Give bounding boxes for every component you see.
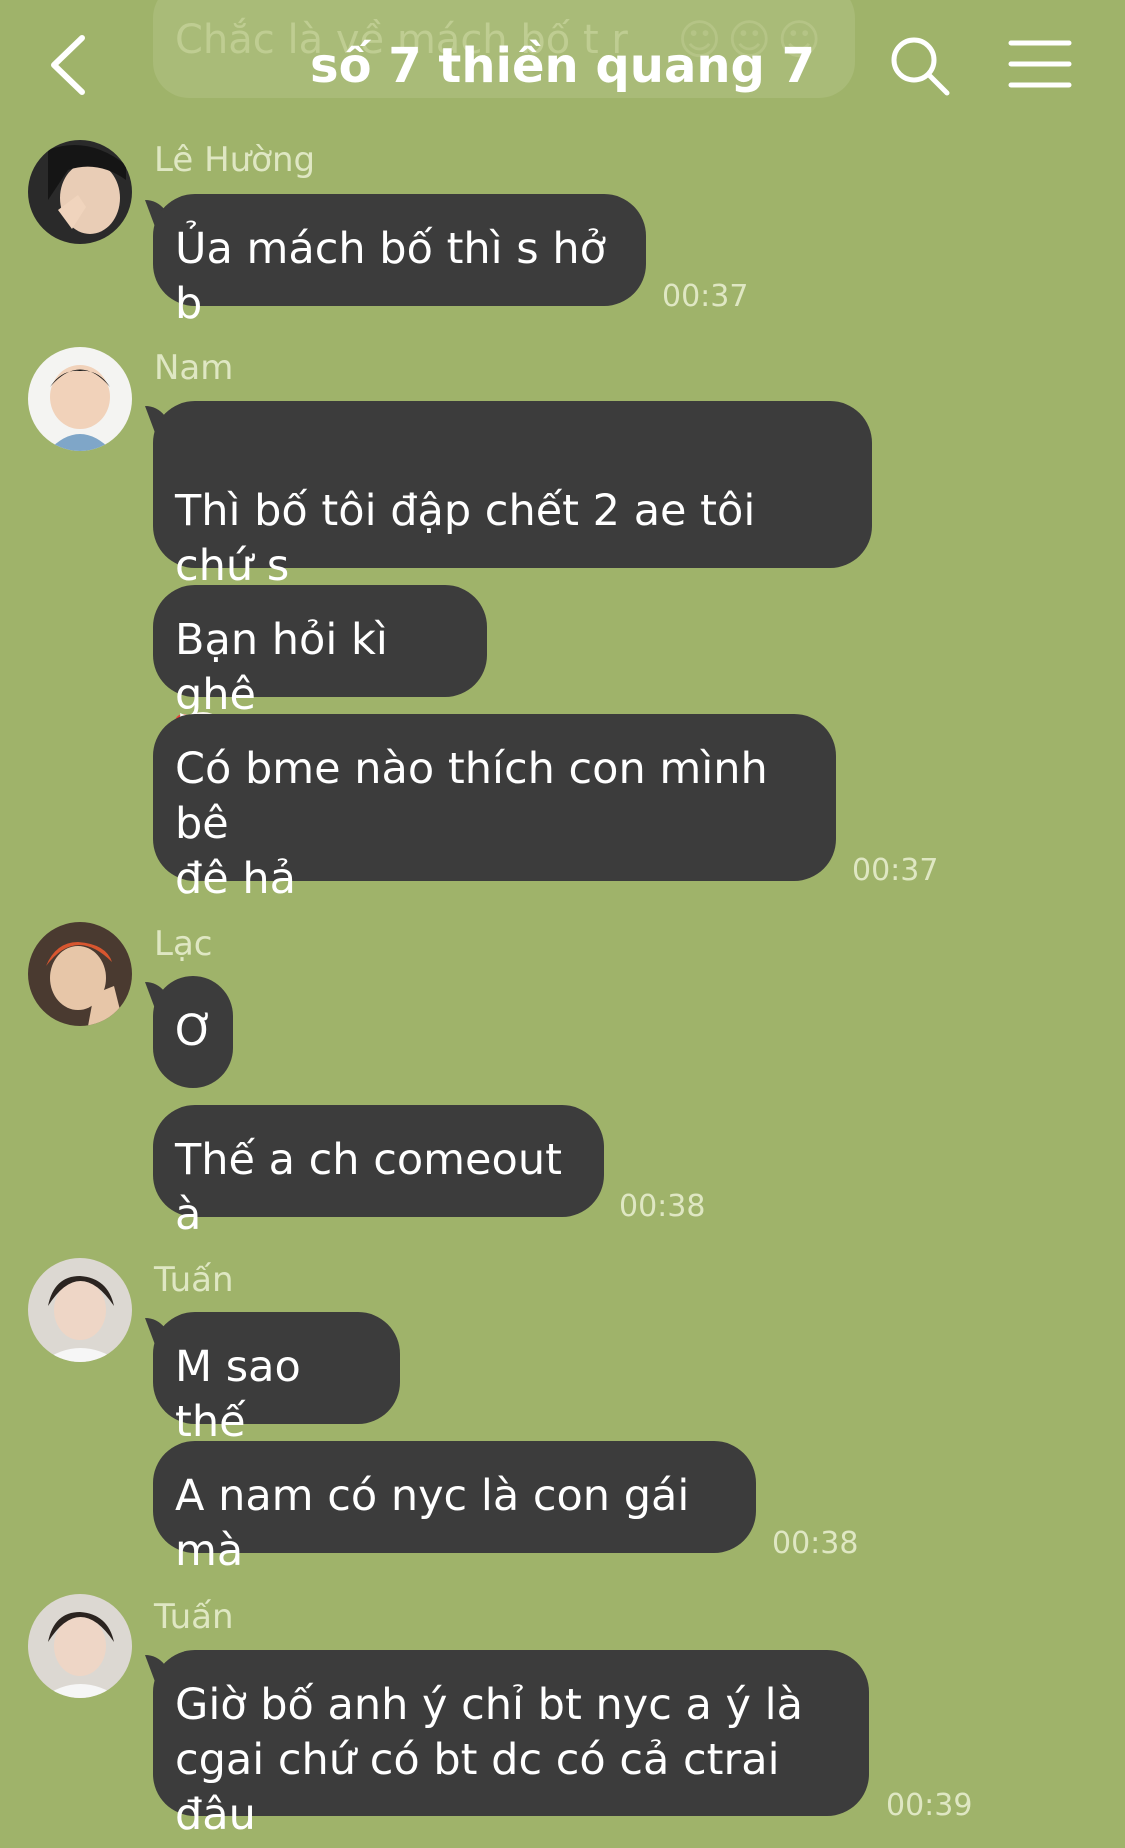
chat-title: số 7 thiền quang 7 xyxy=(310,38,815,94)
sender-name: Lạc xyxy=(154,924,213,964)
sender-name: Tuấn xyxy=(154,1597,234,1637)
sender-name: Nam xyxy=(154,348,234,388)
avatar-tuan[interactable] xyxy=(28,1594,132,1698)
avatar-nam[interactable] xyxy=(28,347,132,451)
avatar-photo xyxy=(28,1594,132,1698)
avatar-photo xyxy=(28,922,132,1026)
message-bubble[interactable]: Có bme nào thích con mình bê đê hả xyxy=(153,714,836,904)
chat-header: Chắc là về mách bố t r ☺☺☺ số 7 thiền qu… xyxy=(0,0,1125,135)
avatar-lac[interactable] xyxy=(28,922,132,1026)
avatar-photo xyxy=(28,140,132,244)
avatar-le-huong[interactable] xyxy=(28,140,132,244)
message-bubble[interactable]: Giờ bố anh ý chỉ bt nyc a ý là cgai chứ … xyxy=(153,1650,869,1840)
hamburger-menu-icon xyxy=(1008,40,1072,88)
message-time: 00:37 xyxy=(662,279,749,314)
message-bubble[interactable]: Thì bố tôi đập chết 2 ae tôi chứ s xyxy=(153,401,872,756)
avatar-photo xyxy=(28,347,132,451)
message-bubble[interactable]: Ơ xyxy=(153,976,233,1088)
sender-name: Lê Hường xyxy=(154,140,316,180)
message-time: 00:37 xyxy=(852,853,939,888)
search-icon xyxy=(891,37,950,96)
sender-name: Tuấn xyxy=(154,1260,234,1300)
message-time: 00:38 xyxy=(619,1189,706,1224)
message-bubble[interactable]: Bạn hỏi kì ghê xyxy=(153,585,487,720)
avatar-photo xyxy=(28,1258,132,1362)
avatar-tuan[interactable] xyxy=(28,1258,132,1362)
message-time: 00:39 xyxy=(886,1788,973,1823)
message-time: 00:38 xyxy=(772,1526,859,1561)
search-button[interactable] xyxy=(887,33,953,99)
message-bubble[interactable]: Thế a ch comeout à xyxy=(153,1105,604,1240)
message-bubble[interactable]: M sao thế xyxy=(153,1312,400,1447)
menu-button[interactable] xyxy=(1008,38,1072,90)
message-bubble[interactable]: A nam có nyc là con gái mà xyxy=(153,1441,756,1576)
message-bubble[interactable]: Ủa mách bố thì s hở b xyxy=(153,194,646,329)
message-text: Thì bố tôi đập chết 2 ae tôi chứ s xyxy=(175,486,756,591)
